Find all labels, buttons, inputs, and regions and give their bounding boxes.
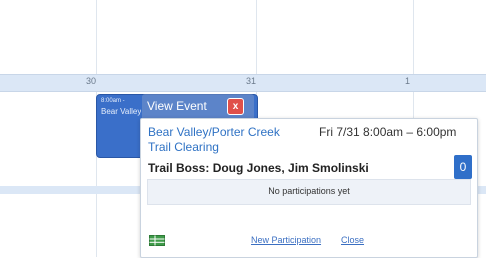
participations-status: No participations yet bbox=[268, 186, 350, 196]
view-event-header[interactable]: View Event x bbox=[142, 94, 254, 118]
event-chip-time: 8:00am - bbox=[101, 98, 125, 104]
event-date-time: Fri 7/31 8:00am – 6:00pm bbox=[319, 125, 457, 139]
participant-count-badge: 0 bbox=[454, 155, 472, 179]
spreadsheet-icon[interactable] bbox=[149, 235, 165, 246]
trail-boss-text: Trail Boss: Doug Jones, Jim Smolinski bbox=[148, 161, 369, 175]
participations-box: No participations yet bbox=[147, 179, 471, 205]
close-link[interactable]: Close bbox=[341, 235, 364, 245]
view-event-title: View Event bbox=[147, 99, 207, 113]
new-participation-link[interactable]: New Participation bbox=[251, 235, 321, 245]
close-icon[interactable]: x bbox=[227, 98, 244, 115]
week-date-header: 30 31 1 bbox=[0, 74, 486, 92]
date-1[interactable]: 1 bbox=[405, 76, 410, 86]
date-31[interactable]: 31 bbox=[246, 76, 256, 86]
event-title-link[interactable]: Bear Valley/Porter Creek Trail Clearing bbox=[148, 125, 298, 155]
date-30[interactable]: 30 bbox=[86, 76, 96, 86]
event-chip-title: Bear Valley/Porter Creek Trail Clearing bbox=[101, 107, 141, 116]
view-event-popup: Bear Valley/Porter Creek Trail Clearing … bbox=[140, 118, 478, 258]
